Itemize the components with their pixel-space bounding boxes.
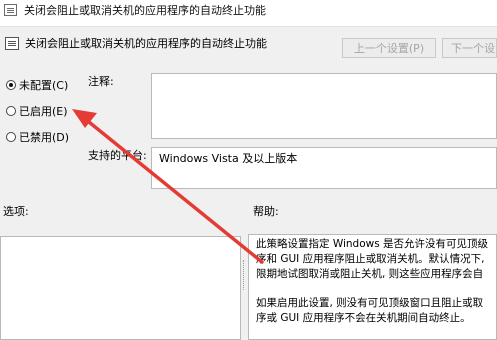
radio-label: 已启用(E) bbox=[19, 105, 68, 118]
radio-button[interactable] bbox=[6, 132, 16, 142]
comment-textarea[interactable] bbox=[151, 73, 497, 139]
radio-enabled[interactable]: 已启用(E) bbox=[6, 103, 68, 119]
radio-button[interactable] bbox=[6, 106, 16, 116]
platform-value: Windows Vista 及以上版本 bbox=[151, 147, 497, 189]
next-setting-button[interactable]: 下一个设 bbox=[442, 38, 497, 58]
policy-icon bbox=[4, 4, 17, 16]
help-line: 序或 GUI 应用程序不会在关机期间自动终止。 bbox=[256, 312, 471, 324]
help-line: 限期地试图取消或阻止关机, 则这些应用程序会自 bbox=[256, 268, 484, 280]
policy-title: 关闭会阻止或取消关机的应用程序的自动终止功能 bbox=[25, 37, 267, 50]
help-label: 帮助: bbox=[253, 205, 279, 218]
comment-label: 注释: bbox=[88, 75, 114, 88]
platform-label: 支持的平台: bbox=[88, 149, 147, 162]
help-line: 此策略设置指定 Windows 是否允许没有可见顶级 bbox=[256, 238, 489, 250]
radio-not-configured[interactable]: 未配置(C) bbox=[6, 77, 68, 93]
radio-disabled[interactable]: 已禁用(D) bbox=[6, 129, 69, 145]
radio-button[interactable] bbox=[6, 80, 16, 90]
radio-label: 未配置(C) bbox=[19, 79, 69, 92]
help-pane: 此策略设置指定 Windows 是否允许没有可见顶级 序和 GUI 应用程序阻止… bbox=[248, 234, 497, 340]
options-pane bbox=[0, 236, 241, 340]
help-line: 如果启用此设置, 则没有可见顶级窗口且阻止或取 bbox=[256, 297, 484, 309]
splitter-grip[interactable] bbox=[243, 260, 246, 290]
window-title: 关闭会阻止或取消关机的应用程序的自动终止功能 bbox=[24, 4, 266, 17]
arrow-head bbox=[72, 109, 97, 128]
radio-label: 已禁用(D) bbox=[19, 131, 70, 144]
help-line: 序和 GUI 应用程序阻止或取消关机。默认情况下, bbox=[256, 253, 485, 265]
previous-setting-button[interactable]: 上一个设置(P) bbox=[342, 38, 436, 58]
policy-icon bbox=[5, 37, 19, 50]
title-bar: 关闭会阻止或取消关机的应用程序的自动终止功能 bbox=[0, 0, 497, 27]
options-label: 选项: bbox=[3, 205, 29, 218]
